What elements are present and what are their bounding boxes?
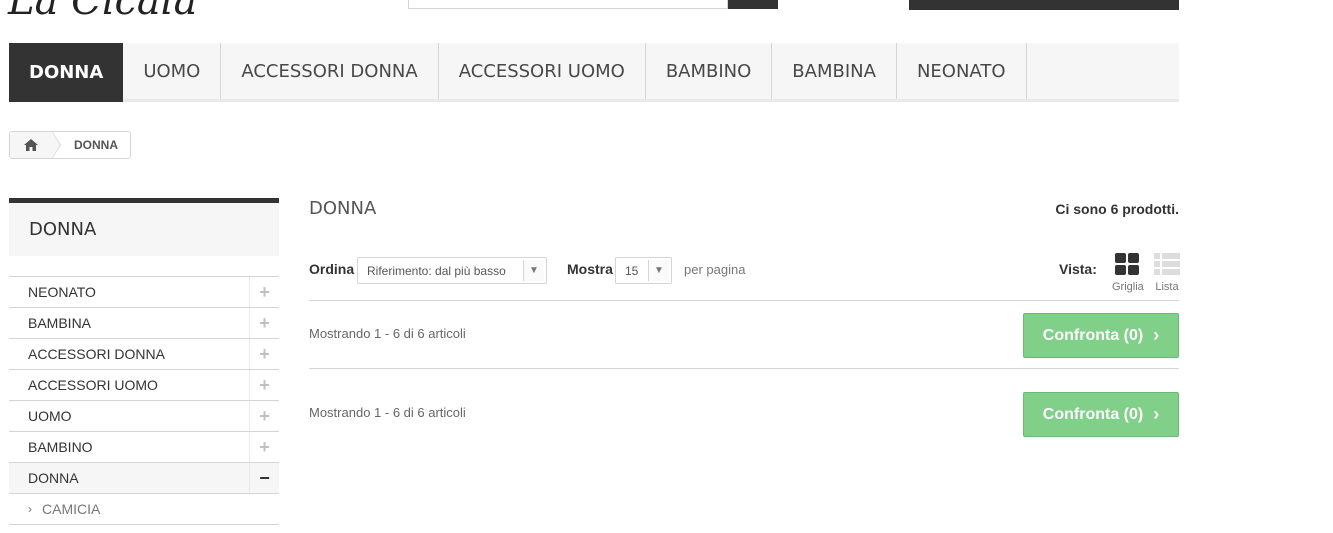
chevron-down-icon[interactable]: ▼: [523, 260, 544, 281]
sidebar-subitem-label[interactable]: CAMICIA: [42, 501, 100, 517]
sidebar-item-label[interactable]: NEONATO: [28, 284, 96, 300]
cart-button[interactable]: [909, 0, 1179, 10]
compare-button[interactable]: Confronta (0) ›: [1023, 392, 1179, 437]
expand-icon[interactable]: +: [249, 401, 279, 431]
sort-select[interactable]: Riferimento: dal più basso ▼: [357, 257, 547, 284]
chevron-down-icon[interactable]: ▼: [648, 260, 669, 281]
main-menu: DONNA UOMO ACCESSORI DONNA ACCESSORI UOM…: [9, 43, 1179, 102]
logo[interactable]: La Cicala: [8, 0, 197, 24]
sort-select-value: Riferimento: dal più basso: [367, 263, 506, 278]
view-list-button[interactable]: Lista: [1152, 253, 1182, 293]
page-title: DONNA: [309, 198, 377, 219]
grid-icon: [1115, 253, 1139, 275]
compare-button[interactable]: Confronta (0) ›: [1023, 313, 1179, 358]
menu-item-donna[interactable]: DONNA: [9, 43, 124, 102]
sidebar-item-uomo[interactable]: UOMO +: [9, 401, 279, 432]
sidebar-item-label[interactable]: UOMO: [28, 408, 72, 424]
sidebar-item-bambino[interactable]: BAMBINO +: [9, 432, 279, 463]
compare-button-label: Confronta (0): [1042, 326, 1144, 344]
sidebar-item-accessori-donna[interactable]: ACCESSORI DONNA +: [9, 339, 279, 370]
search-input[interactable]: [408, 0, 728, 9]
sort-label: Ordina: [309, 261, 355, 277]
sidebar-item-label[interactable]: DONNA: [28, 470, 79, 486]
expand-icon[interactable]: +: [249, 432, 279, 462]
sidebar-item-bambina[interactable]: BAMBINA +: [9, 308, 279, 339]
sidebar-item-label[interactable]: ACCESSORI UOMO: [28, 377, 158, 393]
per-page-select[interactable]: 15 ▼: [615, 257, 672, 284]
bottom-pagination-bar: Mostrando 1 - 6 di 6 articoli Confronta …: [309, 381, 1179, 448]
sidebar-item-donna[interactable]: DONNA −: [9, 463, 279, 494]
list-icon: [1154, 253, 1180, 275]
menu-item-accessori-donna[interactable]: ACCESSORI DONNA: [221, 43, 439, 99]
breadcrumb-current: DONNA: [52, 132, 130, 158]
menu-item-bambino[interactable]: BAMBINO: [646, 43, 773, 99]
expand-icon[interactable]: +: [249, 277, 279, 307]
menu-item-bambina[interactable]: BAMBINA: [772, 43, 897, 99]
home-icon: [24, 139, 38, 151]
chevron-right-icon: ›: [1153, 325, 1160, 345]
view-list-caption: Lista: [1155, 281, 1179, 293]
menu-item-uomo[interactable]: UOMO: [123, 43, 222, 99]
collapse-icon[interactable]: −: [249, 463, 279, 493]
showing-text: Mostrando 1 - 6 di 6 articoli: [309, 405, 466, 420]
top-pagination-bar: Mostrando 1 - 6 di 6 articoli Confronta …: [309, 302, 1179, 369]
breadcrumb: DONNA: [9, 131, 131, 159]
sidebar-item-label[interactable]: BAMBINO: [28, 439, 93, 455]
sidebar-item-accessori-uomo[interactable]: ACCESSORI UOMO +: [9, 370, 279, 401]
chevron-right-icon: ›: [28, 502, 32, 516]
sidebar-item-label[interactable]: BAMBINA: [28, 315, 91, 331]
category-sidebar: DONNA NEONATO + BAMBINA + ACCESSORI DONN…: [9, 198, 279, 525]
per-page-label: per pagina: [684, 262, 746, 277]
showing-text: Mostrando 1 - 6 di 6 articoli: [309, 326, 466, 341]
chevron-right-icon: ›: [1153, 404, 1160, 424]
search-button[interactable]: [728, 0, 778, 9]
view-label: Vista:: [1059, 261, 1097, 277]
expand-icon[interactable]: +: [249, 308, 279, 338]
view-grid-button[interactable]: Griglia: [1112, 253, 1144, 293]
compare-button-label: Confronta (0): [1042, 405, 1144, 423]
sidebar-item-neonato[interactable]: NEONATO +: [9, 277, 279, 308]
breadcrumb-home[interactable]: [10, 132, 61, 158]
view-grid-caption: Griglia: [1112, 281, 1144, 293]
sort-bar: Ordina Riferimento: dal più basso ▼ Most…: [309, 253, 1182, 301]
sidebar-title: DONNA: [9, 198, 279, 256]
sidebar-item-label[interactable]: ACCESSORI DONNA: [28, 346, 165, 362]
menu-item-neonato[interactable]: NEONATO: [897, 43, 1027, 99]
sidebar-subitem-camicia[interactable]: › CAMICIA: [9, 494, 279, 525]
per-page-value: 15: [625, 263, 639, 278]
product-count: Ci sono 6 prodotti.: [1055, 201, 1179, 217]
sidebar-list: NEONATO + BAMBINA + ACCESSORI DONNA + AC…: [9, 276, 279, 525]
show-label: Mostra: [567, 261, 613, 277]
expand-icon[interactable]: +: [249, 370, 279, 400]
expand-icon[interactable]: +: [249, 339, 279, 369]
menu-item-accessori-uomo[interactable]: ACCESSORI UOMO: [439, 43, 646, 99]
